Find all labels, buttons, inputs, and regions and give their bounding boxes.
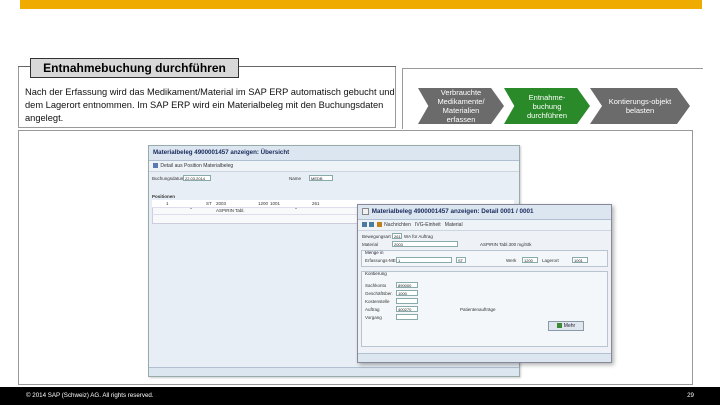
bewegungsart-label: Bewegungsart: [362, 234, 391, 239]
row-material: 2003: [216, 201, 227, 206]
row-pos: 1: [166, 201, 169, 206]
kontierung-group-label: Kontierung: [365, 271, 387, 276]
sap-detail-toolbar: Nachrichten IVG-Einheit Material: [358, 220, 611, 231]
material-text: ASPIRIN Tabl.300 mg/Stk: [480, 242, 532, 247]
step-3-label: Kontierungs-objekt belasten: [608, 97, 672, 115]
more-icon: [556, 323, 562, 329]
more-button-label: Mehr: [563, 323, 576, 329]
sap-overview-toolbar-text: Detail aus Position Materialbeleg: [160, 163, 234, 169]
nav-icon[interactable]: [362, 222, 367, 228]
page-number: 29: [687, 392, 694, 399]
messages-icon[interactable]: [376, 222, 382, 228]
auftrag-text: Patientenaufträge: [460, 307, 496, 312]
auftrag-label: Auftrag: [365, 307, 380, 312]
row-eme: ST: [206, 201, 212, 206]
row-material-text: ASPIRIN Tabl.: [216, 208, 245, 213]
step-2-active: Entnahme-buchung durchführen: [504, 88, 590, 124]
accent-bar: [20, 0, 702, 9]
sachkonto-field[interactable]: 890000: [396, 282, 418, 288]
sap-detail-title: Materialbeleg 4900001457 anzeigen: Detai…: [358, 205, 611, 220]
me-field[interactable]: ST: [456, 257, 466, 263]
sap-detail-statusbar: [358, 353, 611, 362]
step-1-label: Verbrauchte Medikamente/ Materialien erf…: [437, 88, 485, 124]
step-3: Kontierungs-objekt belasten: [590, 88, 690, 124]
toolbar-nachrichten[interactable]: Nachrichten: [384, 222, 411, 228]
sap-overview-toolbar[interactable]: Detail aus Position Materialbeleg: [149, 161, 519, 172]
step-1: Verbrauchte Medikamente/ Materialien erf…: [418, 88, 504, 124]
sachkonto-label: Sachkonto: [365, 283, 387, 288]
kostenstelle-label: Kostenstelle: [365, 299, 390, 304]
menge-group: Menge in Erfassungs-ME 1 ST Werk 1200 La…: [361, 250, 608, 267]
werk-label: Werk: [506, 258, 517, 263]
process-steps: Verbrauchte Medikamente/ Materialien erf…: [402, 68, 703, 129]
sap-detail-window: Materialbeleg 4900001457 anzeigen: Detai…: [357, 204, 612, 363]
more-button[interactable]: Mehr: [548, 321, 584, 331]
copyright: © 2014 SAP (Schweiz) AG. All rights rese…: [26, 392, 154, 399]
step-2-label: Entnahme-buchung durchführen: [526, 92, 568, 120]
buchungsdatum-label: Buchungsdatum: [152, 176, 185, 181]
lagerort-label: Lagerort: [542, 258, 559, 263]
bewegungsart-field[interactable]: 261: [392, 233, 402, 239]
geschaeftsbereich-field[interactable]: 1000: [396, 290, 418, 296]
vorgang-field[interactable]: [396, 314, 418, 320]
footer: © 2014 SAP (Schweiz) AG. All rights rese…: [0, 387, 720, 405]
name-label: Name: [289, 176, 302, 181]
row-lort: 1001: [270, 201, 281, 206]
kostenstelle-field[interactable]: [396, 298, 418, 304]
menge-label: Erfassungs-ME: [365, 258, 396, 263]
buchungsdatum-field[interactable]: 22.03.2014: [183, 175, 211, 181]
row-werk: 1200: [258, 201, 269, 206]
toolbar-material[interactable]: Material: [445, 222, 463, 228]
nav-icon-2[interactable]: [369, 222, 375, 228]
positionen-label: Positionen: [152, 194, 176, 199]
material-field[interactable]: 2003: [392, 241, 458, 247]
window-menu-icon[interactable]: [362, 207, 369, 215]
sap-detail-title-text: Materialbeleg 4900001457 anzeigen: Detai…: [371, 208, 534, 215]
slide-title: Entnahmebuchung durchführen: [30, 58, 239, 78]
toolbar-ivg-einheit[interactable]: IVG-Einheit: [415, 222, 441, 228]
row-bs: 261: [312, 201, 320, 206]
kontierung-group: Kontierung Sachkonto 890000 Geschäftsber…: [361, 271, 608, 347]
menge-field[interactable]: 1: [396, 257, 452, 263]
name-field[interactable]: MEDB: [309, 175, 333, 181]
sap-overview-title: Materialbeleg 4900001457 anzeigen: Übers…: [149, 146, 519, 161]
lagerort-field[interactable]: 1001: [572, 257, 588, 263]
material-label: Material: [362, 242, 379, 247]
werk-field[interactable]: 1200: [522, 257, 538, 263]
menge-group-label: Menge in: [365, 250, 384, 255]
slide-description: Nach der Erfassung wird das Medikament/M…: [25, 87, 395, 123]
bewegungsart-text: WA für Auftrag: [404, 234, 433, 239]
vorgang-label: Vorgang: [365, 315, 382, 320]
sap-overview-statusbar: [149, 367, 519, 376]
geschaeftsbereich-label: Geschäftsber.: [365, 291, 393, 296]
detail-icon[interactable]: [153, 163, 158, 169]
auftrag-field[interactable]: 400270: [396, 306, 418, 312]
